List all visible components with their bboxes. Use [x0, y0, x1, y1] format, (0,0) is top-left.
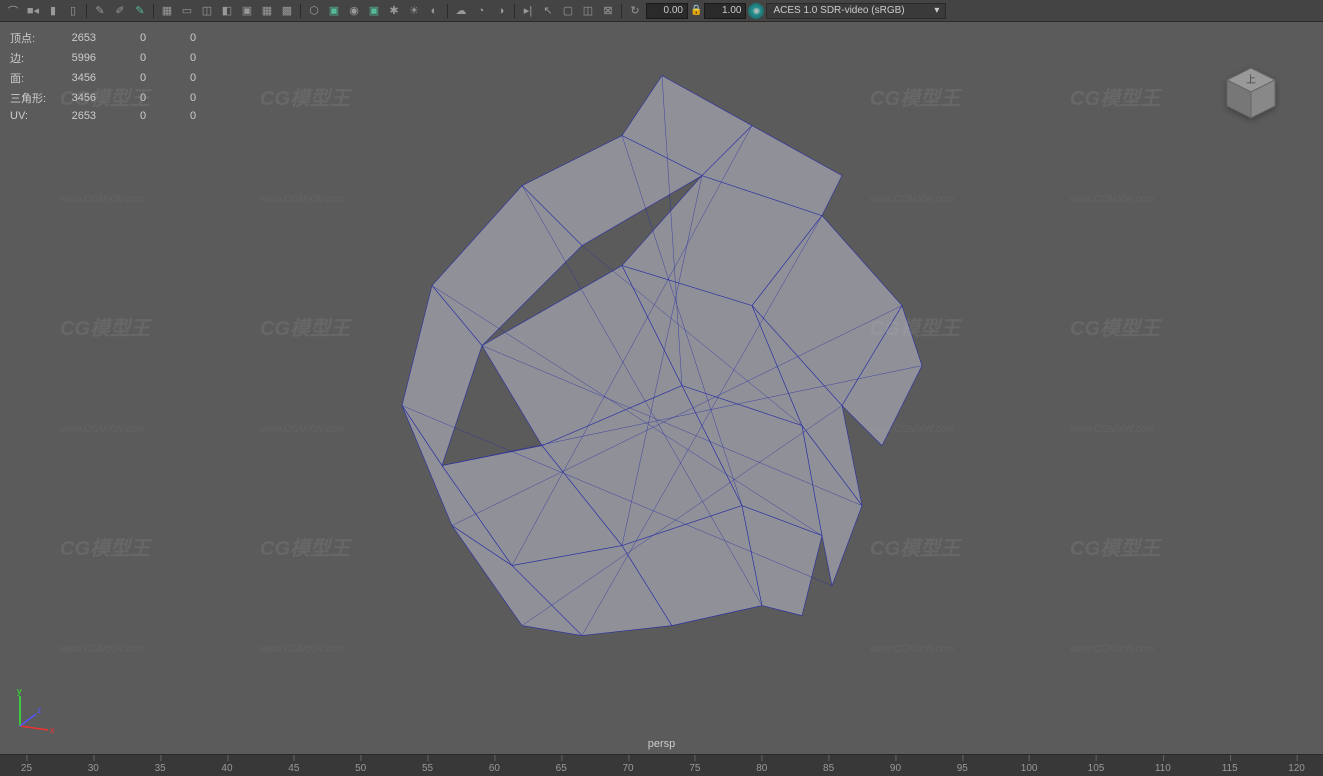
lock-icon[interactable]: 🔒	[690, 5, 702, 16]
timeline-tick: 100	[1021, 763, 1038, 774]
svg-text:z: z	[37, 705, 42, 715]
watermark-url: www.CGMXW.com	[60, 644, 144, 655]
timeline-tick: 110	[1155, 763, 1171, 774]
model-wireframe	[322, 66, 1002, 686]
timeline-tick: 80	[756, 763, 767, 774]
colorspace-icon[interactable]: ◉	[748, 3, 764, 19]
dof-icon[interactable]: ◔	[472, 2, 490, 20]
timeline-tick: 95	[957, 763, 968, 774]
colorspace-label: ACES 1.0 SDR-video (sRGB)	[773, 5, 904, 16]
timeline-tick: 60	[489, 763, 500, 774]
refresh-icon[interactable]: ↻	[626, 2, 644, 20]
separator	[621, 4, 622, 18]
poly-count-hud: 顶点:265300边:599600面:345600三角形:345600UV:26…	[10, 28, 210, 124]
arrow-icon[interactable]: ▸|	[519, 2, 537, 20]
texture-icon[interactable]: ▩	[278, 2, 296, 20]
timeline-tick: 35	[155, 763, 166, 774]
view-cube[interactable]: 上	[1219, 62, 1283, 126]
timeline-tick: 25	[21, 763, 32, 774]
timeline[interactable]: 25 30 35 40 45 50 55 60 65 70 75 80 85 90 95 100 105 110 1…	[0, 754, 1323, 776]
watermark-url: www.CGMXW.com	[1070, 194, 1154, 205]
shadow-icon[interactable]: ☀	[405, 2, 423, 20]
camera-label: persp	[648, 738, 676, 750]
hud-row: 顶点:265300	[10, 28, 210, 48]
viewport-toolbar: ⌒ ■◂ ▮ ▯ ✎ ✐ ✎ ▦ ▭ ◫ ◧ ▣ ▦ ▩ ⬡ ▣ ◉ ▣ ✱ ☀…	[0, 0, 1323, 22]
axis-gizmo: x y z	[10, 686, 60, 736]
ao-icon[interactable]: ◐	[425, 2, 443, 20]
watermark: CG模型王	[60, 532, 150, 561]
timeline-tick: 55	[422, 763, 433, 774]
camera-icon[interactable]: ■◂	[24, 2, 42, 20]
timeline-tick: 45	[288, 763, 299, 774]
hud-row: 边:599600	[10, 48, 210, 68]
hud-row: UV:265300	[10, 108, 210, 124]
chevron-down-icon: ▾	[934, 5, 939, 16]
separator	[447, 4, 448, 18]
separator	[514, 4, 515, 18]
brush-icon[interactable]: ✎	[91, 2, 109, 20]
timeline-tick: 105	[1088, 763, 1105, 774]
timeline-tick: 70	[623, 763, 634, 774]
select-icon[interactable]: ↖	[539, 2, 557, 20]
watermark: CG模型王	[60, 312, 150, 341]
edit-icon[interactable]: ✎	[131, 2, 149, 20]
timeline-track[interactable]: 25 30 35 40 45 50 55 60 65 70 75 80 85 90 95 100 105 110 1…	[0, 755, 1323, 776]
timeline-tick: 40	[221, 763, 232, 774]
snap-curve-icon[interactable]: ⌒	[4, 2, 22, 20]
brush2-icon[interactable]: ✐	[111, 2, 129, 20]
watermark: CG模型王	[1070, 82, 1160, 111]
cube-icon[interactable]: ▣	[365, 2, 383, 20]
watermark: CG模型王	[1070, 312, 1160, 341]
timeline-tick: 50	[355, 763, 366, 774]
watermark-url: www.CGMXW.com	[1070, 644, 1154, 655]
grid-icon[interactable]: ▦	[158, 2, 176, 20]
timeline-tick: 90	[890, 763, 901, 774]
separator	[153, 4, 154, 18]
box2-icon[interactable]: ◫	[579, 2, 597, 20]
fog-icon[interactable]: ☁	[452, 2, 470, 20]
watermark-url: www.CGMXW.com	[60, 424, 144, 435]
timeline-tick: 65	[556, 763, 567, 774]
xform-icon[interactable]: ⊠	[599, 2, 617, 20]
timeline-tick: 115	[1222, 763, 1238, 774]
colorspace-dropdown[interactable]: ACES 1.0 SDR-video (sRGB) ▾	[766, 3, 946, 19]
gamma-field[interactable]	[704, 3, 746, 19]
region-icon[interactable]: ◧	[218, 2, 236, 20]
hud-row: 三角形:345600	[10, 88, 210, 108]
watermark: CG模型王	[1070, 532, 1160, 561]
svg-text:x: x	[50, 725, 55, 735]
timeline-tick: 120	[1288, 763, 1305, 774]
gate-mask-icon[interactable]: ◫	[198, 2, 216, 20]
hud-row: 面:345600	[10, 68, 210, 88]
motion-blur-icon[interactable]: ◑	[492, 2, 510, 20]
viewport[interactable]: 顶点:265300边:599600面:345600三角形:345600UV:26…	[0, 22, 1323, 754]
bookmark-icon[interactable]: ▮	[44, 2, 62, 20]
watermark-url: www.CGMXW.com	[60, 194, 144, 205]
light-icon[interactable]: ✱	[385, 2, 403, 20]
globe-icon[interactable]: ◉	[345, 2, 363, 20]
separator	[86, 4, 87, 18]
shading-icon[interactable]: ▣	[238, 2, 256, 20]
wireframe-icon[interactable]: ▦	[258, 2, 276, 20]
svg-text:y: y	[17, 686, 22, 696]
exposure-field[interactable]	[646, 3, 688, 19]
film-gate-icon[interactable]: ▭	[178, 2, 196, 20]
timeline-tick: 75	[689, 763, 700, 774]
xray-icon[interactable]: ▣	[325, 2, 343, 20]
timeline-tick: 30	[88, 763, 99, 774]
viewcube-top-label: 上	[1246, 74, 1256, 86]
flag-icon[interactable]: ▯	[64, 2, 82, 20]
timeline-tick: 85	[823, 763, 834, 774]
separator	[300, 4, 301, 18]
watermark-url: www.CGMXW.com	[1070, 424, 1154, 435]
box-icon[interactable]: ▢	[559, 2, 577, 20]
isolate-icon[interactable]: ⬡	[305, 2, 323, 20]
